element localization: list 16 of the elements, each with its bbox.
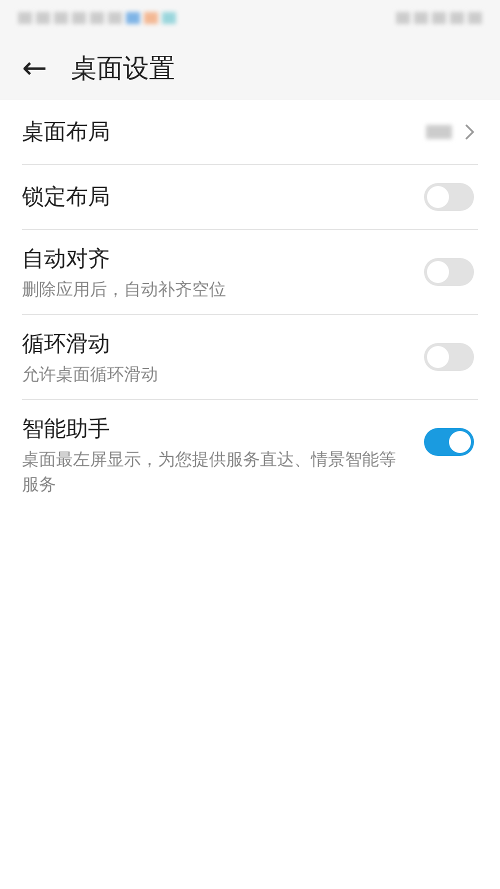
toggle-switch[interactable] — [424, 258, 474, 286]
setting-title: 智能助手 — [22, 416, 111, 444]
blurred-value — [426, 125, 452, 139]
chevron-right-icon[interactable] — [464, 123, 476, 141]
setting-description: 允许桌面循环滑动 — [22, 364, 159, 387]
setting-description: 桌面最左屏显示，为您提供服务直达、情景智能等服务 — [22, 449, 397, 497]
page-title: 桌面设置 — [71, 52, 176, 86]
setting-description: 删除应用后，自动补齐空位 — [22, 279, 227, 302]
toggle-switch[interactable] — [424, 343, 474, 371]
setting-title: 自动对齐 — [22, 246, 111, 274]
setting-title: 循环滑动 — [22, 331, 111, 359]
setting-title: 桌面布局 — [22, 119, 111, 147]
back-button[interactable]: ← — [22, 50, 48, 86]
setting-title: 锁定布局 — [22, 184, 111, 212]
toggle-switch[interactable] — [424, 183, 474, 211]
toggle-switch[interactable] — [424, 428, 474, 456]
